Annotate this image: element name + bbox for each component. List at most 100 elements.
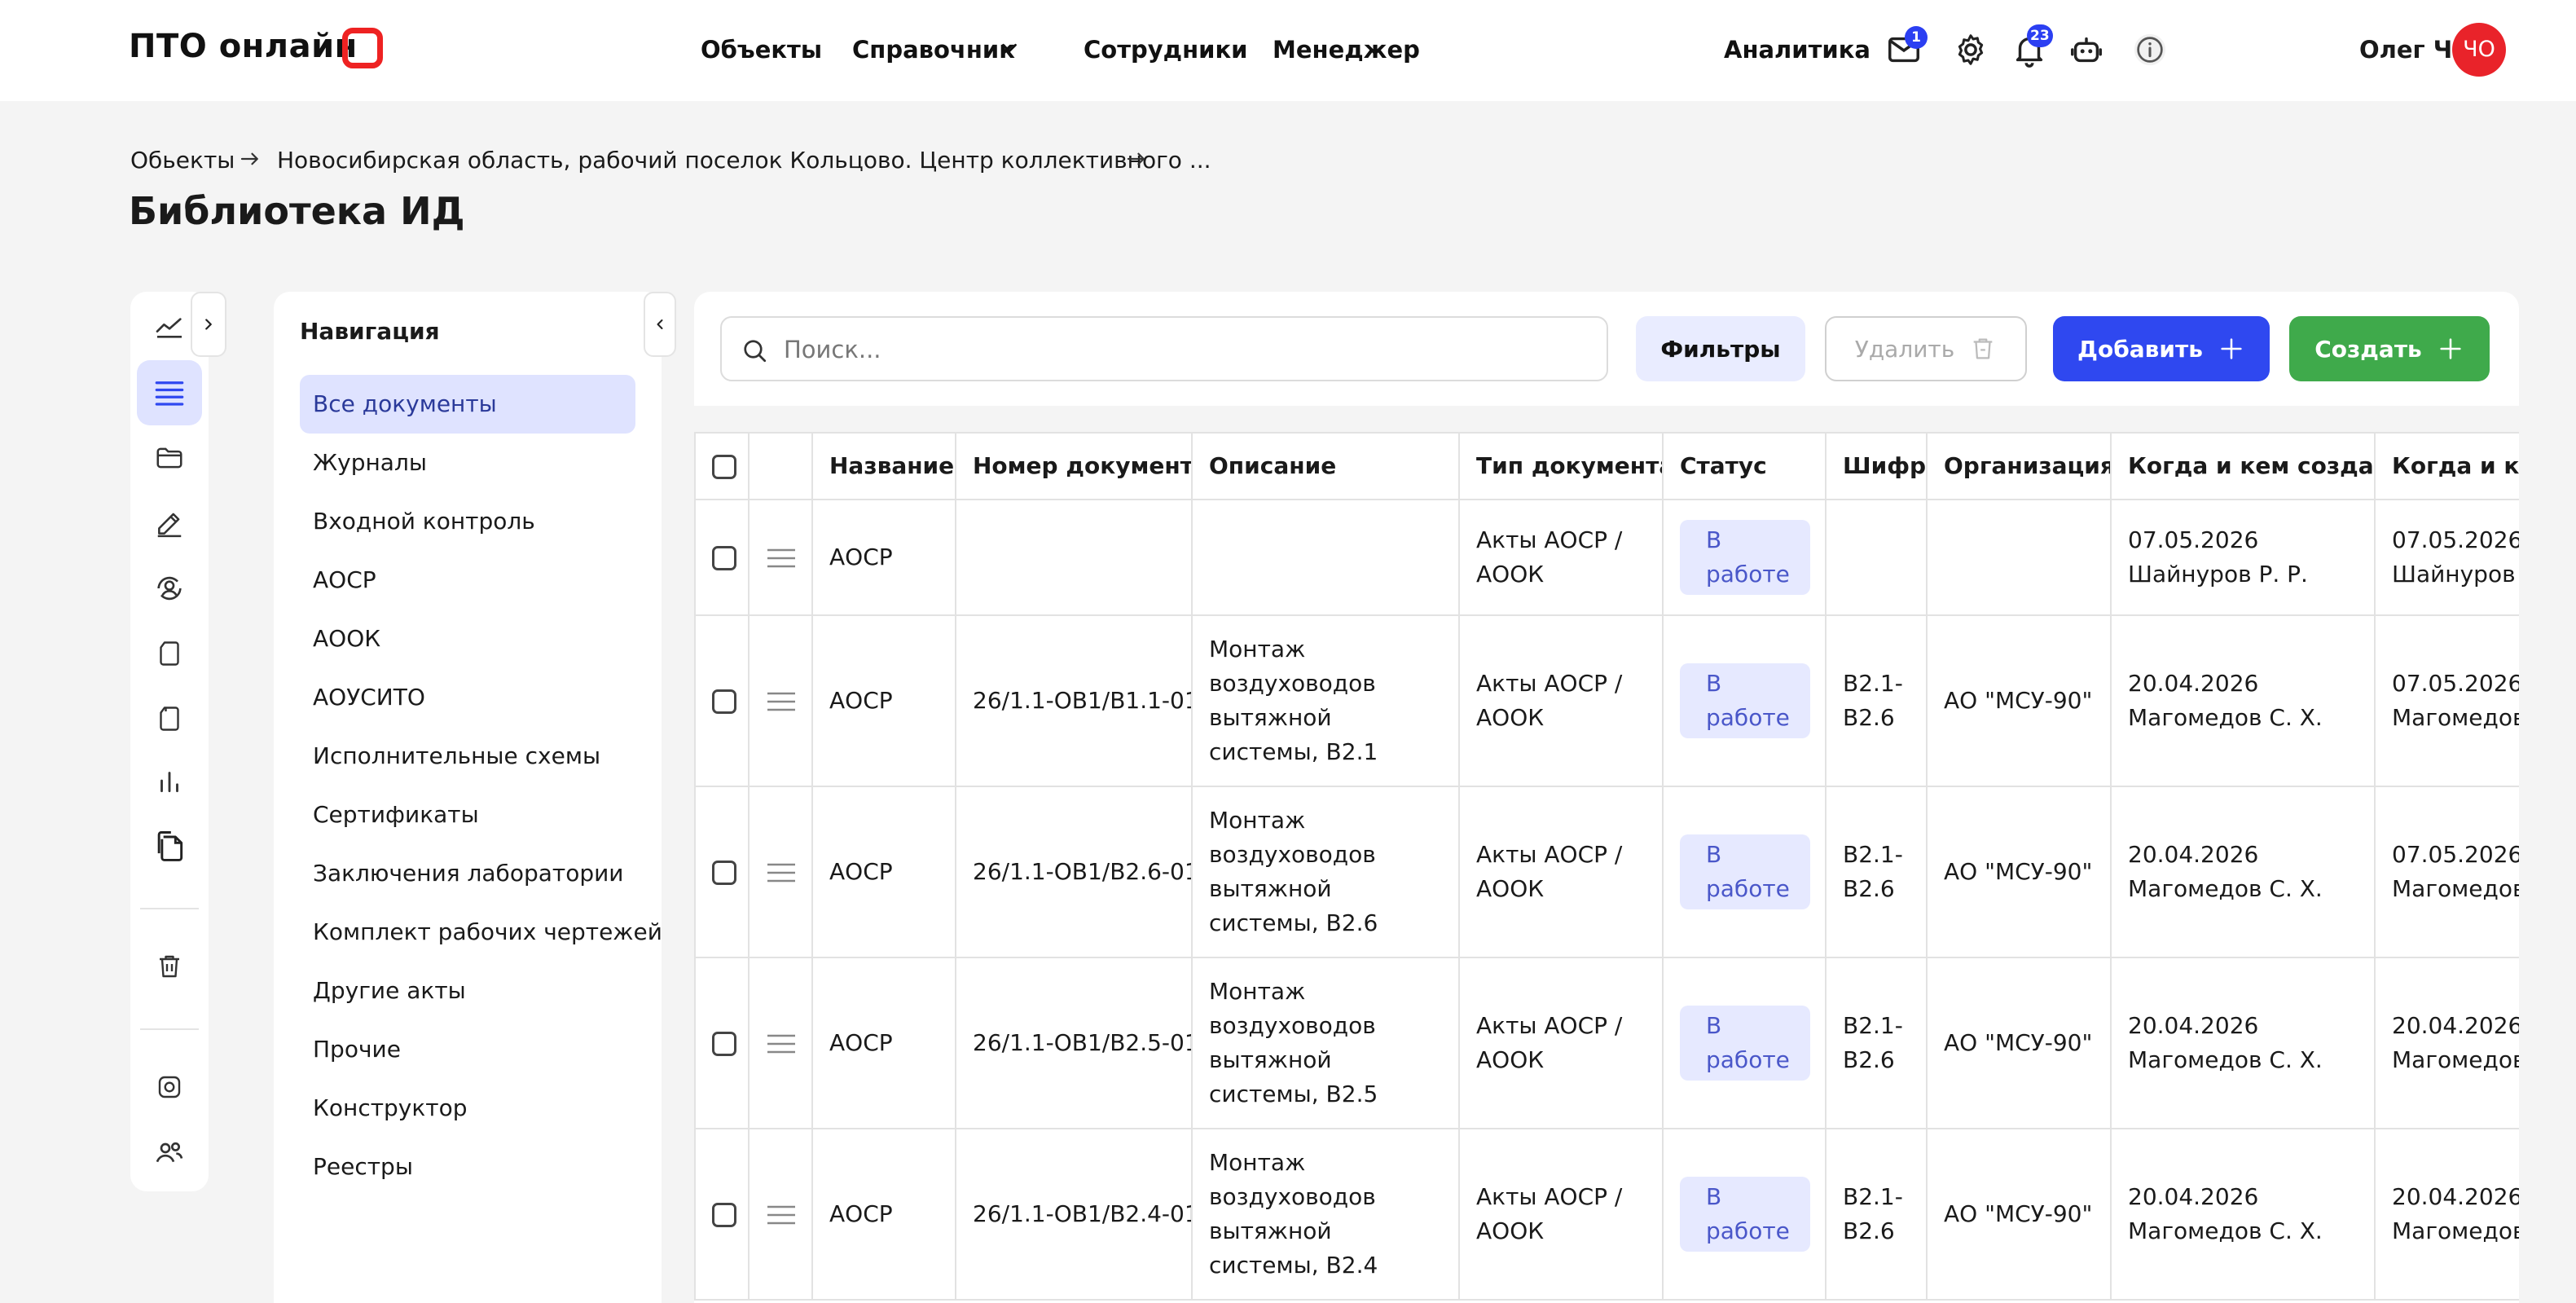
bin-icon [1973, 338, 1993, 359]
created-by: Магомедов С. Х. [2128, 1046, 2323, 1073]
column-header[interactable]: Когда и кем изменено [2374, 432, 2519, 500]
nav-aosr[interactable]: АОСР [300, 551, 635, 610]
clipboard-icon[interactable] [137, 686, 202, 751]
changed-date: 20.04.2026 [2392, 1183, 2519, 1210]
cell-org: АО "МСУ-90" [1926, 957, 2112, 1129]
bar-chart-icon[interactable] [137, 748, 202, 813]
table-row[interactable]: АОСР 26/1.1-ОВ1/В2.4-01 Монтаж воздухово… [694, 1128, 2519, 1301]
rail-expand-button[interactable] [191, 292, 226, 357]
delete-button[interactable]: Удалить [1825, 316, 2027, 381]
breadcrumb-root[interactable]: Обьекты [130, 147, 235, 174]
table-row[interactable]: АОСР 26/1.1-ОВ1/В1.1-01 Монтаж воздухово… [694, 614, 2519, 787]
user-sync-icon[interactable] [137, 556, 202, 621]
column-header[interactable]: Статус [1662, 432, 1826, 500]
robot-icon[interactable] [2068, 31, 2105, 68]
column-header[interactable]: Шифр [1825, 432, 1928, 500]
column-header[interactable]: Описание [1191, 432, 1460, 500]
nav-executive-schemes[interactable]: Исполнительные схемы [300, 727, 635, 786]
folder-icon[interactable] [137, 425, 202, 491]
nav-manager[interactable]: Менеджер [1273, 36, 1420, 64]
avatar[interactable]: ЧО [2452, 23, 2506, 77]
gear-icon[interactable] [1952, 31, 1989, 68]
status-badge[interactable]: В работе [1680, 834, 1810, 909]
nav-other-acts[interactable]: Другие акты [300, 962, 635, 1020]
column-header[interactable]: Название [811, 432, 956, 500]
users-icon[interactable] [137, 1120, 202, 1185]
logo-mark-icon[interactable] [342, 28, 383, 68]
nav-certificates[interactable]: Сертификаты [300, 786, 635, 844]
drag-handle-icon[interactable] [766, 862, 797, 883]
nav-analytics[interactable]: Аналитика [1724, 36, 1870, 64]
column-header[interactable]: Тип документа [1458, 432, 1664, 500]
documents-icon[interactable] [137, 813, 202, 878]
created-by: Магомедов С. Х. [2128, 875, 2323, 902]
table-row[interactable]: АОСР 26/1.1-ОВ1/В2.6-01 Монтаж воздухово… [694, 786, 2519, 958]
breadcrumb-object[interactable]: Новосибирская область, рабочий поселок К… [277, 147, 1211, 174]
navigation-collapse-button[interactable] [644, 292, 676, 357]
filters-button-label: Фильтры [1660, 335, 1781, 363]
drag-header-cell [748, 432, 813, 500]
nav-lab-conclusions[interactable]: Заключения лаборатории [300, 844, 635, 903]
trash-icon[interactable] [137, 934, 202, 999]
search-box[interactable] [720, 316, 1608, 381]
status-badge[interactable]: В работе [1680, 1006, 1810, 1081]
create-button[interactable]: Создать [2289, 316, 2490, 381]
user-name[interactable]: Олег Ч. [2359, 36, 2461, 64]
cell-status: В работе [1662, 1128, 1826, 1301]
cell-number: 26/1.1-ОВ1/В2.4-01 [955, 1128, 1193, 1301]
navigation-title: Навигация [300, 318, 440, 345]
nav-journals[interactable]: Журналы [300, 434, 635, 492]
created-by: Магомедов С. Х. [2128, 704, 2323, 731]
nav-employees[interactable]: Сотрудники [1084, 36, 1247, 64]
nav-constructor[interactable]: Конструктор [300, 1079, 635, 1138]
nav-other[interactable]: Прочие [300, 1020, 635, 1079]
row-checkbox[interactable] [712, 546, 736, 570]
top-bar: ПТО онлайн Объекты Справочник Сотрудники… [0, 0, 2576, 101]
nav-drawings-set[interactable]: Комплект рабочих чертежей [300, 903, 662, 962]
select-all-cell[interactable] [694, 432, 750, 500]
created-date: 20.04.2026 [2128, 1183, 2259, 1210]
nav-aook[interactable]: АООК [300, 610, 635, 668]
nav-aousito[interactable]: АОУСИТО [300, 668, 635, 727]
changed-date: 07.05.2026 [2392, 841, 2519, 868]
row-checkbox[interactable] [712, 861, 736, 885]
row-checkbox[interactable] [712, 689, 736, 714]
drag-handle-icon[interactable] [766, 691, 797, 712]
status-badge[interactable]: В работе [1680, 520, 1810, 595]
cell-number: 26/1.1-ОВ1/В2.5-01 [955, 957, 1193, 1129]
row-checkbox[interactable] [712, 1203, 736, 1227]
column-header[interactable]: Номер документа [955, 432, 1193, 500]
status-badge[interactable]: В работе [1680, 663, 1810, 738]
nav-registers[interactable]: Реестры [300, 1138, 635, 1196]
row-checkbox[interactable] [712, 1032, 736, 1056]
add-button[interactable]: Добавить [2053, 316, 2270, 381]
column-header[interactable]: Когда и кем создано [2110, 432, 2376, 500]
cell-cipher: В2.1-В2.6 [1825, 957, 1928, 1129]
camera-icon[interactable] [137, 1054, 202, 1120]
clipboard-icon[interactable] [137, 621, 202, 686]
column-header[interactable]: Организация [1926, 432, 2112, 500]
pencil-icon[interactable] [137, 491, 202, 556]
filters-button[interactable]: Фильтры [1636, 316, 1805, 381]
list-icon[interactable] [137, 360, 202, 425]
delete-button-label: Удалить [1854, 335, 1955, 363]
nav-incoming-control[interactable]: Входной контроль [300, 492, 635, 551]
table-row[interactable]: АОСР Акты АОСР / АООК В работе 07.05.202… [694, 499, 2519, 616]
table-row[interactable]: АОСР 26/1.1-ОВ1/В2.5-01 Монтаж воздухово… [694, 957, 2519, 1129]
nav-reference[interactable]: Справочник [852, 36, 1015, 64]
nav-objects[interactable]: Объекты [701, 36, 822, 64]
chevron-down-icon[interactable] [997, 36, 1022, 60]
cell-status: В работе [1662, 957, 1826, 1129]
drag-handle-icon[interactable] [766, 1204, 797, 1226]
drag-handle-icon[interactable] [766, 548, 797, 569]
info-icon[interactable] [2131, 31, 2169, 68]
icon-rail [130, 292, 209, 1191]
drag-handle-icon[interactable] [766, 1033, 797, 1054]
logo-text[interactable]: ПТО онлайн [129, 28, 358, 65]
cell-number: 26/1.1-ОВ1/В1.1-01 [955, 614, 1193, 787]
plus-icon [2221, 338, 2242, 359]
status-badge[interactable]: В работе [1680, 1177, 1810, 1252]
select-all-checkbox[interactable] [712, 455, 736, 479]
search-input[interactable] [784, 329, 1582, 370]
nav-all-documents[interactable]: Все документы [300, 375, 635, 434]
